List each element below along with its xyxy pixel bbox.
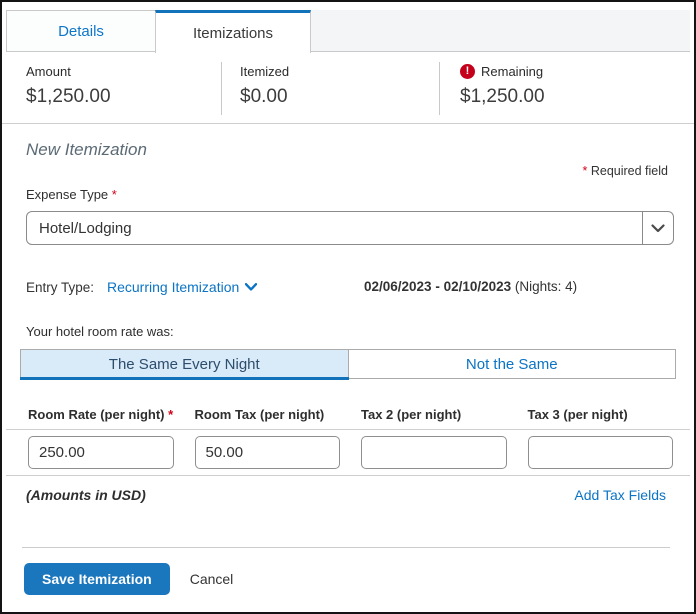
entry-type-label: Entry Type: bbox=[26, 279, 95, 295]
tax2-label: Tax 2 (per night) bbox=[361, 407, 462, 422]
amounts-in-usd-note: (Amounts in USD) bbox=[26, 487, 146, 503]
add-tax-fields-link[interactable]: Add Tax Fields bbox=[574, 487, 666, 503]
tab-itemizations-label: Itemizations bbox=[192, 24, 274, 42]
save-itemization-button[interactable]: Save Itemization bbox=[24, 563, 170, 595]
tax3-input[interactable] bbox=[527, 436, 673, 469]
tab-details[interactable]: Details bbox=[6, 10, 155, 52]
chevron-down-icon bbox=[245, 283, 258, 291]
expense-type-select[interactable]: Hotel/Lodging bbox=[26, 211, 674, 245]
rate-field-labels: Room Rate (per night) * Room Tax (per ni… bbox=[28, 399, 673, 429]
date-range: 02/06/2023 - 02/10/2023 bbox=[364, 279, 512, 294]
tab-itemizations[interactable]: Itemizations bbox=[155, 10, 311, 53]
remaining-label: Remaining bbox=[481, 64, 544, 79]
summary-amount: Amount $1,250.00 bbox=[2, 62, 222, 115]
itemized-value: $0.00 bbox=[240, 86, 288, 107]
amounts-note-row: (Amounts in USD) Add Tax Fields bbox=[2, 476, 694, 503]
nights-count: (Nights: 4) bbox=[514, 279, 578, 294]
tax2-input[interactable] bbox=[361, 436, 507, 469]
warning-icon bbox=[460, 64, 475, 79]
rate-inputs-row bbox=[28, 430, 673, 475]
amount-label: Amount bbox=[26, 64, 71, 79]
footer-actions: Save Itemization Cancel bbox=[2, 548, 694, 595]
amount-value: $1,250.00 bbox=[26, 86, 111, 107]
expense-type-label: Expense Type * bbox=[26, 187, 117, 202]
entry-type-value: Recurring Itemization bbox=[107, 279, 240, 295]
segment-not-the-same[interactable]: Not the Same bbox=[348, 350, 675, 378]
room-rate-label: Room Rate (per night) * bbox=[28, 407, 174, 422]
tab-bar: Details Itemizations bbox=[6, 10, 690, 53]
rate-toggle: The Same Every Night Not the Same bbox=[20, 349, 676, 380]
entry-type-dropdown[interactable]: Recurring Itemization bbox=[107, 279, 258, 295]
itemized-label: Itemized bbox=[240, 64, 290, 79]
room-tax-input[interactable] bbox=[194, 436, 340, 469]
summary-remaining: Remaining $1,250.00 bbox=[440, 62, 694, 115]
segment-same-every-night[interactable]: The Same Every Night bbox=[20, 350, 349, 380]
tab-details-label: Details bbox=[58, 22, 104, 40]
tab-bar-filler bbox=[311, 10, 690, 52]
room-tax-label: Room Tax (per night) bbox=[194, 407, 325, 422]
itemization-dates: 02/06/2023 - 02/10/2023 (Nights: 4) bbox=[364, 278, 577, 296]
expense-type-value: Hotel/Lodging bbox=[39, 219, 132, 237]
required-field-note: * Required field bbox=[582, 164, 669, 178]
amounts-summary: Amount $1,250.00 Itemized $0.00 Remainin… bbox=[2, 52, 694, 124]
required-star: * bbox=[582, 164, 588, 178]
section-title: New Itemization bbox=[26, 140, 147, 159]
room-rate-question: Your hotel room rate was: bbox=[26, 324, 174, 339]
room-rate-input[interactable] bbox=[28, 436, 174, 469]
chevron-down-icon[interactable] bbox=[642, 212, 673, 244]
cancel-button[interactable]: Cancel bbox=[190, 571, 234, 587]
itemization-dialog: Details Itemizations Amount $1,250.00 It… bbox=[0, 0, 696, 614]
entry-type-row: Entry Type: Recurring Itemization 02/06/… bbox=[26, 278, 670, 296]
tax3-label: Tax 3 (per night) bbox=[527, 407, 628, 422]
summary-itemized: Itemized $0.00 bbox=[222, 62, 440, 115]
remaining-value: $1,250.00 bbox=[460, 86, 545, 107]
